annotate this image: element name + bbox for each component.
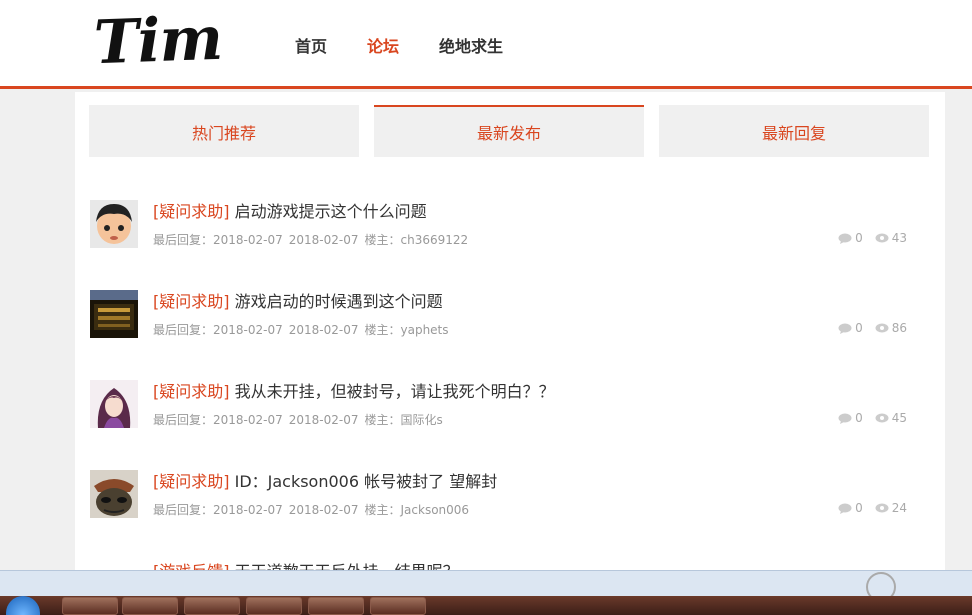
post-date: 2018-02-07: [288, 323, 359, 337]
site-logo[interactable]: Tim: [93, 4, 223, 78]
post-author: 楼主：国际化s: [364, 413, 443, 427]
post-title-text[interactable]: ID：Jackson006 帐号被封了 望解封: [235, 472, 498, 491]
comment-count: 0: [855, 411, 863, 425]
start-button[interactable]: [6, 596, 40, 615]
eye-icon: [875, 323, 889, 333]
post-stats: 0 24: [826, 501, 907, 515]
view-count: 24: [891, 501, 907, 515]
list-item[interactable]: [疑问求助] 我从未开挂，但被封号，请让我死个明白？？ 最后回复：2018-02…: [89, 367, 929, 457]
avatar[interactable]: [90, 200, 138, 248]
post-title-text[interactable]: 启动游戏提示这个什么问题: [235, 202, 427, 221]
post-stats: 0 43: [826, 231, 907, 245]
nav-pubg[interactable]: 绝地求生: [439, 33, 503, 57]
post-title[interactable]: [疑问求助] ID：Jackson006 帐号被封了 望解封: [153, 468, 497, 492]
comment-icon: [838, 413, 852, 424]
post-title[interactable]: [疑问求助] 启动游戏提示这个什么问题: [153, 198, 427, 222]
list-item[interactable]: [疑问求助] ID：Jackson006 帐号被封了 望解封 最后回复：2018…: [89, 457, 929, 547]
post-tag[interactable]: [疑问求助]: [153, 292, 230, 311]
taskbar-app-button[interactable]: [184, 597, 240, 615]
post-meta: 最后回复：2018-02-07 2018-02-07 楼主：yaphets: [153, 321, 455, 338]
tab-hot[interactable]: 热门推荐: [89, 105, 359, 157]
comment-count: 0: [855, 321, 863, 335]
windows-taskbar: [0, 596, 972, 615]
post-date: 2018-02-07: [288, 503, 359, 517]
list-item[interactable]: [疑问求助] 启动游戏提示这个什么问题 最后回复：2018-02-07 2018-…: [89, 187, 929, 277]
eye-icon: [875, 233, 889, 243]
view-count: 45: [891, 411, 907, 425]
comment-count: 0: [855, 231, 863, 245]
forum-main: 热门推荐 最新发布 最新回复 [疑问求助] 启动游戏提示这个什么问题 最后回复：…: [75, 92, 945, 570]
post-author: 楼主：ch3669122: [364, 233, 469, 247]
post-title-text[interactable]: 我从未开挂，但被封号，请让我死个明白？？: [235, 382, 555, 401]
post-meta: 最后回复：2018-02-07 2018-02-07 楼主：ch3669122: [153, 231, 474, 248]
post-stats: 0 45: [826, 411, 907, 425]
list-item[interactable]: [游戏反馈] 天天道歉天天反外挂，结果呢？: [89, 547, 929, 570]
post-tag[interactable]: [疑问求助]: [153, 382, 230, 401]
post-title[interactable]: [疑问求助] 游戏启动的时候遇到这个问题: [153, 288, 443, 312]
taskbar-app-button[interactable]: [370, 597, 426, 615]
post-author: 楼主：yaphets: [364, 323, 449, 337]
post-date: 2018-02-07: [288, 233, 359, 247]
comment-count: 0: [855, 501, 863, 515]
site-header: Tim 首页 论坛 绝地求生: [0, 0, 972, 89]
post-tag[interactable]: [疑问求助]: [153, 202, 230, 221]
last-reply: 最后回复：2018-02-07: [153, 503, 283, 517]
view-count: 86: [891, 321, 907, 335]
post-title[interactable]: [疑问求助] 我从未开挂，但被封号，请让我死个明白？？: [153, 378, 555, 402]
taskbar-ie-button[interactable]: [62, 597, 118, 615]
post-title-text[interactable]: 游戏启动的时候遇到这个问题: [235, 292, 443, 311]
comment-icon: [838, 323, 852, 334]
post-tag[interactable]: [疑问求助]: [153, 472, 230, 491]
post-meta: 最后回复：2018-02-07 2018-02-07 楼主：国际化s: [153, 411, 449, 428]
comment-icon: [838, 233, 852, 244]
last-reply: 最后回复：2018-02-07: [153, 413, 283, 427]
tab-latest-replies[interactable]: 最新回复: [659, 105, 929, 157]
eye-icon: [875, 503, 889, 513]
view-count: 43: [891, 231, 907, 245]
post-list: [疑问求助] 启动游戏提示这个什么问题 最后回复：2018-02-07 2018-…: [89, 187, 929, 570]
taskbar-app-button[interactable]: [246, 597, 302, 615]
main-nav: 首页 论坛 绝地求生: [295, 33, 543, 57]
taskbar-app-button[interactable]: [122, 597, 178, 615]
nav-home[interactable]: 首页: [295, 33, 327, 57]
taskbar-app-button[interactable]: [308, 597, 364, 615]
post-title[interactable]: [游戏反馈] 天天道歉天天反外挂，结果呢？: [153, 558, 459, 570]
post-author: 楼主：Jackson006: [364, 503, 470, 517]
nav-forum[interactable]: 论坛: [367, 33, 399, 57]
last-reply: 最后回复：2018-02-07: [153, 233, 283, 247]
post-tag[interactable]: [游戏反馈]: [153, 562, 230, 570]
browser-status-bar: [0, 570, 972, 596]
post-date: 2018-02-07: [288, 413, 359, 427]
tab-latest-posts[interactable]: 最新发布: [374, 105, 644, 157]
avatar[interactable]: [90, 380, 138, 428]
avatar[interactable]: [90, 290, 138, 338]
avatar[interactable]: [90, 470, 138, 518]
post-title-text[interactable]: 天天道歉天天反外挂，结果呢？: [235, 562, 459, 570]
forum-tabs: 热门推荐 最新发布 最新回复: [89, 105, 929, 157]
eye-icon: [875, 413, 889, 423]
list-item[interactable]: [疑问求助] 游戏启动的时候遇到这个问题 最后回复：2018-02-07 2018…: [89, 277, 929, 367]
comment-icon: [838, 503, 852, 514]
avatar[interactable]: [90, 560, 138, 570]
last-reply: 最后回复：2018-02-07: [153, 323, 283, 337]
post-stats: 0 86: [826, 321, 907, 335]
post-meta: 最后回复：2018-02-07 2018-02-07 楼主：Jackson006: [153, 501, 475, 518]
